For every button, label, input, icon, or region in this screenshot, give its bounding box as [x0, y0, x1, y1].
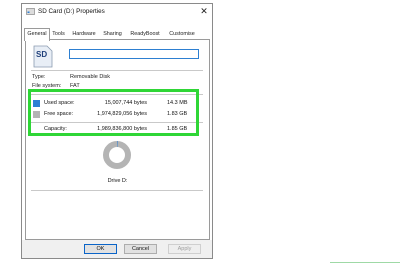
used-space-row: Used space: 15,007,744 bytes 14.3 MB	[26, 100, 209, 108]
separator	[31, 70, 203, 71]
decorative-line	[330, 262, 400, 263]
general-panel: SD Type: Removable Disk File system: FAT…	[25, 39, 210, 240]
sd-card-icon: SD	[33, 45, 53, 68]
used-space-label: Used space:	[44, 100, 75, 106]
properties-dialog: SD Card (D:) Properties ✕ General Tools …	[21, 3, 213, 259]
free-space-ring	[103, 141, 131, 169]
free-space-label: Free space:	[44, 111, 74, 117]
free-space-bytes: 1,974,829,056 bytes	[97, 111, 147, 117]
sd-card-icon-text: SD	[36, 50, 47, 59]
tab-customise[interactable]: Customise	[166, 30, 198, 39]
free-space-size: 1.83 GB	[167, 111, 188, 117]
capacity-row: Capacity: 1,989,836,800 bytes 1.85 GB	[26, 126, 209, 134]
apply-button[interactable]: Apply	[168, 244, 201, 254]
tab-general[interactable]: General	[24, 28, 50, 41]
cancel-button[interactable]: Cancel	[124, 244, 157, 254]
tab-sharing[interactable]: Sharing	[101, 30, 124, 39]
capacity-size: 1.85 GB	[167, 126, 188, 132]
tab-strip: General Tools Hardware Sharing ReadyBoos…	[24, 28, 208, 41]
close-button[interactable]: ✕	[199, 6, 209, 17]
capacity-bytes: 1,989,836,800 bytes	[97, 126, 147, 132]
separator	[31, 122, 203, 123]
title-bar[interactable]: SD Card (D:) Properties ✕	[22, 4, 212, 21]
drive-name-input[interactable]	[69, 49, 199, 59]
used-space-swatch	[33, 100, 40, 107]
drive-icon	[26, 8, 35, 15]
tab-hardware[interactable]: Hardware	[70, 30, 98, 39]
used-space-bytes: 15,007,744 bytes	[104, 100, 147, 106]
separator	[31, 94, 203, 95]
capacity-label: Capacity:	[44, 126, 67, 132]
dialog-footer: OK Cancel Apply	[22, 240, 212, 258]
window-title: SD Card (D:) Properties	[38, 8, 105, 15]
file-system-label: File system:	[32, 83, 62, 89]
file-system-value: FAT	[70, 83, 80, 89]
used-space-size: 14.3 MB	[167, 100, 188, 106]
tab-tools[interactable]: Tools	[50, 30, 67, 39]
type-label: Type:	[32, 74, 46, 80]
separator	[31, 190, 203, 191]
type-value: Removable Disk	[70, 74, 111, 80]
drive-label: Drive D:	[107, 178, 128, 184]
free-space-swatch	[33, 111, 40, 118]
ok-button[interactable]: OK	[84, 244, 117, 254]
tab-readyboost[interactable]: ReadyBoost	[127, 30, 163, 39]
disk-usage-donut	[103, 141, 131, 169]
free-space-row: Free space: 1,974,829,056 bytes 1.83 GB	[26, 111, 209, 119]
